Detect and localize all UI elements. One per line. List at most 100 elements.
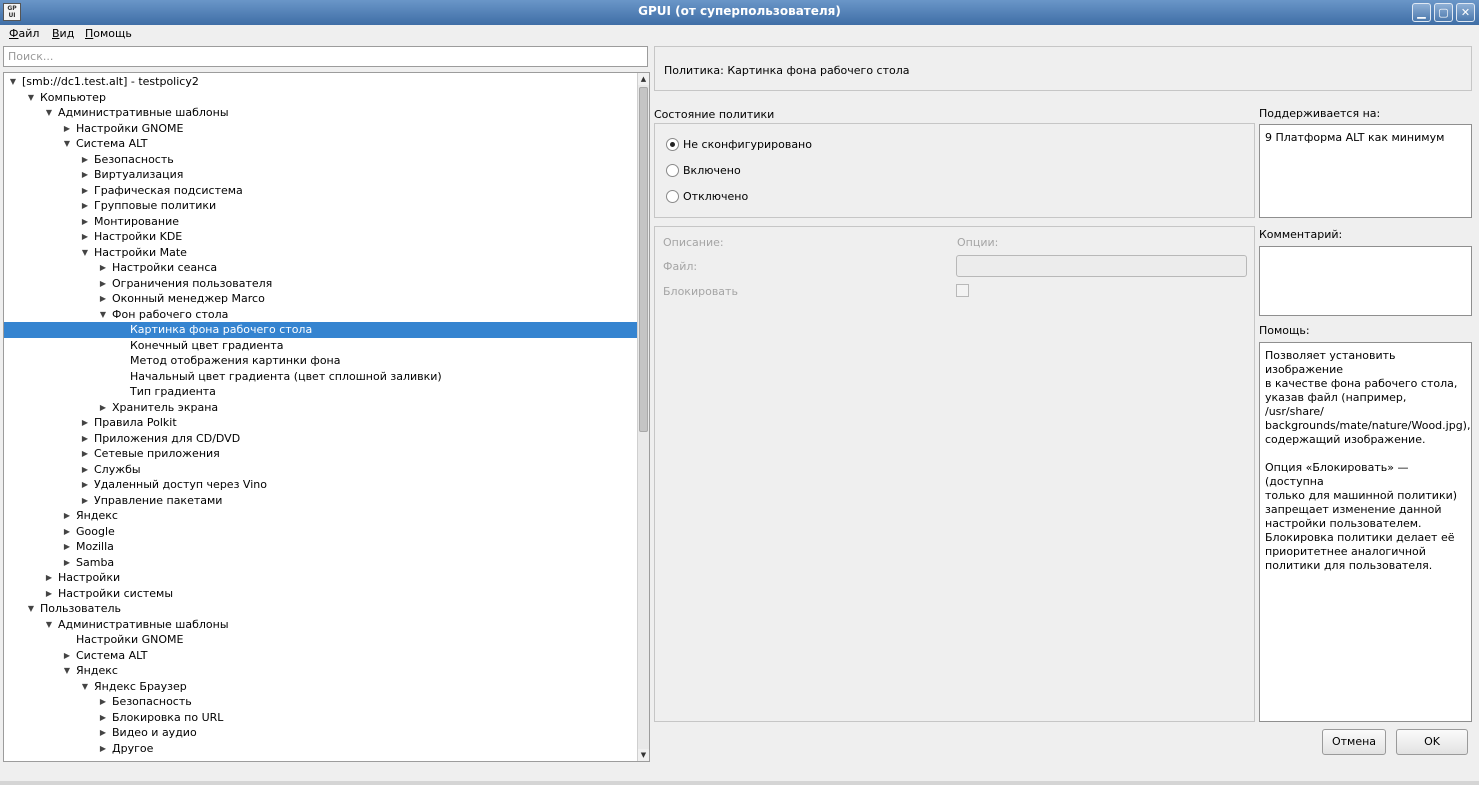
collapsed-arrow-icon[interactable]: ▶ — [98, 710, 108, 726]
collapsed-arrow-icon[interactable]: ▶ — [80, 167, 90, 183]
tree-item[interactable]: Настройки GNOME — [4, 632, 637, 648]
file-field[interactable] — [956, 255, 1247, 277]
tree-item[interactable]: ▶ Настройки — [4, 570, 637, 586]
collapsed-arrow-icon[interactable]: ▶ — [80, 477, 90, 493]
tree-item[interactable]: ▶ Система ALT — [4, 648, 637, 664]
collapsed-arrow-icon[interactable]: ▶ — [98, 276, 108, 292]
tree-item[interactable]: ▶ Оконный менеджер Marco — [4, 291, 637, 307]
search-input[interactable] — [3, 46, 648, 67]
tree-item[interactable]: ▶ Графическая подсистема — [4, 183, 637, 199]
help-box[interactable]: Позволяет установить изображение в качес… — [1259, 342, 1472, 722]
collapsed-arrow-icon[interactable]: ▶ — [62, 524, 72, 540]
expanded-arrow-icon[interactable]: ▼ — [44, 105, 54, 121]
collapsed-arrow-icon[interactable]: ▶ — [98, 400, 108, 416]
collapsed-arrow-icon[interactable]: ▶ — [80, 462, 90, 478]
collapsed-arrow-icon[interactable]: ▶ — [98, 260, 108, 276]
title-bar[interactable]: GP UI GPUI (от суперпользователя) ▁ ▢ ✕ — [0, 0, 1479, 25]
scroll-thumb[interactable] — [639, 87, 648, 432]
expanded-arrow-icon[interactable]: ▼ — [80, 245, 90, 261]
ok-button[interactable]: OK — [1396, 729, 1468, 755]
tree-item[interactable]: ▶ Настройки сеанса — [4, 260, 637, 276]
collapsed-arrow-icon[interactable]: ▶ — [80, 198, 90, 214]
scroll-down-icon[interactable]: ▼ — [638, 749, 649, 761]
tree-item[interactable]: ▶ Видео и аудио — [4, 725, 637, 741]
tree-item[interactable]: Метод отображения картинки фона — [4, 353, 637, 369]
collapsed-arrow-icon[interactable]: ▶ — [62, 555, 72, 571]
tree-item[interactable]: ▶ Блокировка по URL — [4, 710, 637, 726]
cancel-button[interactable]: Отмена — [1322, 729, 1386, 755]
tree-item[interactable]: ▶ Яндекс — [4, 508, 637, 524]
tree-item[interactable]: ▶ Виртуализация — [4, 167, 637, 183]
menu-view[interactable]: Вид — [52, 27, 74, 40]
maximize-button[interactable]: ▢ — [1434, 3, 1453, 22]
tree-item[interactable]: ▶ Групповые политики — [4, 198, 637, 214]
tree-item[interactable]: ▶ Хранитель экрана — [4, 400, 637, 416]
collapsed-arrow-icon[interactable]: ▶ — [80, 183, 90, 199]
scroll-up-icon[interactable]: ▲ — [638, 73, 649, 85]
tree-item[interactable]: ▼ Система ALT — [4, 136, 637, 152]
tree-item[interactable]: Конечный цвет градиента — [4, 338, 637, 354]
collapsed-arrow-icon[interactable]: ▶ — [80, 446, 90, 462]
tree-item[interactable]: ▶ Настройки KDE — [4, 229, 637, 245]
collapsed-arrow-icon[interactable]: ▶ — [62, 121, 72, 137]
tree-item[interactable]: ▶ Удаленный доступ через Vino — [4, 477, 637, 493]
expanded-arrow-icon[interactable]: ▼ — [98, 307, 108, 323]
tree-item[interactable]: ▶ Google — [4, 524, 637, 540]
policy-tree[interactable]: ▼ [smb://dc1.test.alt] - testpolicy2 ▼ Комп… — [3, 72, 650, 762]
expanded-arrow-icon[interactable]: ▼ — [62, 136, 72, 152]
collapsed-arrow-icon[interactable]: ▶ — [80, 152, 90, 168]
tree-item[interactable]: ▶ Приложения для CD/DVD — [4, 431, 637, 447]
collapsed-arrow-icon[interactable]: ▶ — [98, 741, 108, 757]
collapsed-arrow-icon[interactable]: ▶ — [80, 431, 90, 447]
expanded-arrow-icon[interactable]: ▼ — [62, 663, 72, 679]
collapsed-arrow-icon[interactable]: ▶ — [80, 415, 90, 431]
tree-item[interactable]: ▶ Безопасность — [4, 152, 637, 168]
tree-item[interactable]: ▼ Яндекс — [4, 663, 637, 679]
comment-field[interactable] — [1259, 246, 1472, 316]
collapsed-arrow-icon[interactable]: ▶ — [62, 539, 72, 555]
collapsed-arrow-icon[interactable]: ▶ — [62, 508, 72, 524]
tree-item[interactable]: Картинка фона рабочего стола — [4, 322, 637, 338]
minimize-button[interactable]: ▁ — [1412, 3, 1431, 22]
close-button[interactable]: ✕ — [1456, 3, 1475, 22]
expanded-arrow-icon[interactable]: ▼ — [44, 617, 54, 633]
collapsed-arrow-icon[interactable]: ▶ — [44, 586, 54, 602]
tree-item[interactable]: ▶ Настройки системы — [4, 586, 637, 602]
tree-item[interactable]: ▶ Сетевые приложения — [4, 446, 637, 462]
radio-dot[interactable] — [666, 164, 679, 177]
tree-item[interactable]: ▼ Пользователь — [4, 601, 637, 617]
tree-item[interactable]: ▶ Правила Polkit — [4, 415, 637, 431]
radio-dot[interactable] — [666, 138, 679, 151]
expanded-arrow-icon[interactable]: ▼ — [26, 90, 36, 106]
tree-item[interactable]: ▼ Компьютер — [4, 90, 637, 106]
expanded-arrow-icon[interactable]: ▼ — [26, 601, 36, 617]
collapsed-arrow-icon[interactable]: ▶ — [98, 291, 108, 307]
tree-item[interactable]: ▶ Управление пакетами — [4, 493, 637, 509]
tree-item[interactable]: ▼ [smb://dc1.test.alt] - testpolicy2 — [4, 74, 637, 90]
tree-item[interactable]: ▶ Настройки GNOME — [4, 121, 637, 137]
tree-item[interactable]: ▶ Ограничения пользователя — [4, 276, 637, 292]
tree-item[interactable]: ▶ Mozilla — [4, 539, 637, 555]
tree-item[interactable]: ▼ Фон рабочего стола — [4, 307, 637, 323]
tree-item[interactable]: ▶ Безопасность — [4, 694, 637, 710]
tree-item[interactable]: ▶ Монтирование — [4, 214, 637, 230]
expanded-arrow-icon[interactable]: ▼ — [8, 74, 18, 90]
tree-item[interactable]: ▶ Службы — [4, 462, 637, 478]
tree-item[interactable]: Тип градиента — [4, 384, 637, 400]
supported-box[interactable]: 9 Платформа ALT как минимум — [1259, 124, 1472, 218]
tree-item[interactable]: ▼ Яндекс Браузер — [4, 679, 637, 695]
collapsed-arrow-icon[interactable]: ▶ — [62, 648, 72, 664]
tree-item[interactable]: ▼ Административные шаблоны — [4, 617, 637, 633]
collapsed-arrow-icon[interactable]: ▶ — [80, 214, 90, 230]
collapsed-arrow-icon[interactable]: ▶ — [98, 725, 108, 741]
radio-dot[interactable] — [666, 190, 679, 203]
tree-item[interactable]: ▼ Настройки Mate — [4, 245, 637, 261]
collapsed-arrow-icon[interactable]: ▶ — [98, 694, 108, 710]
tree-item[interactable]: ▶ Samba — [4, 555, 637, 571]
collapsed-arrow-icon[interactable]: ▶ — [80, 229, 90, 245]
tree-item[interactable]: ▶ Другое — [4, 741, 637, 757]
menu-file[interactable]: Файл — [9, 27, 39, 40]
expanded-arrow-icon[interactable]: ▼ — [80, 679, 90, 695]
tree-item[interactable]: ▼ Административные шаблоны — [4, 105, 637, 121]
tree-scrollbar[interactable]: ▲ ▼ — [637, 73, 649, 761]
